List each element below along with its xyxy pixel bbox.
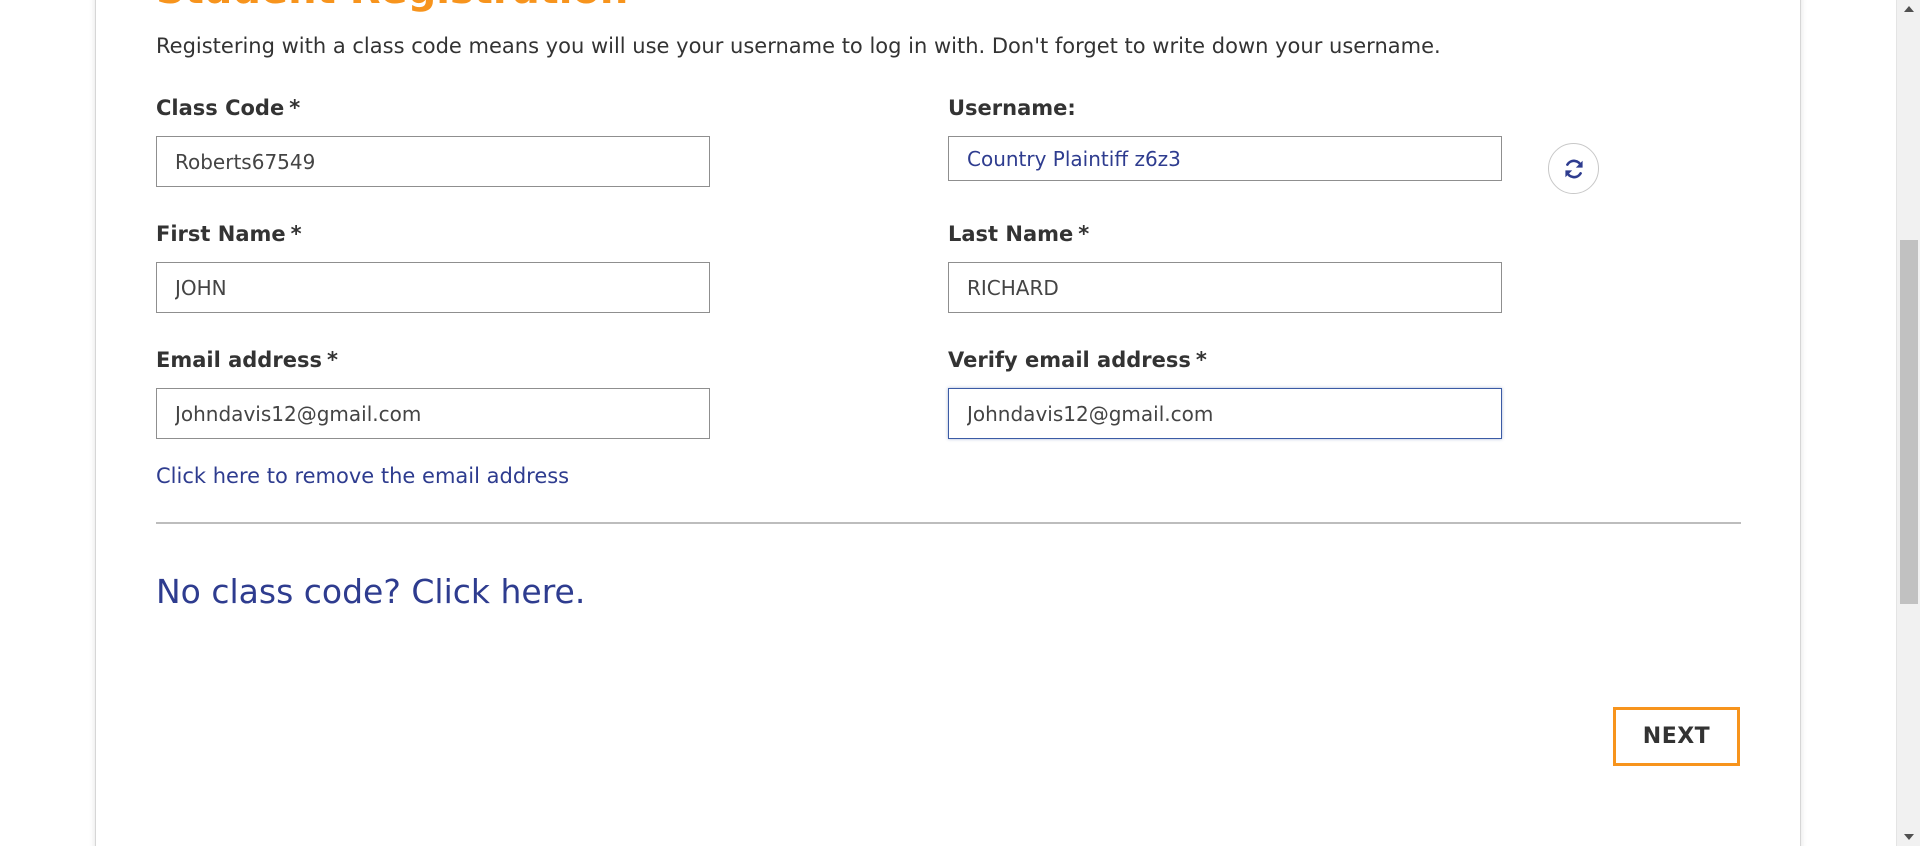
- chevron-down-icon: [1904, 834, 1914, 840]
- first-name-input[interactable]: [156, 262, 710, 313]
- scroll-down-arrow[interactable]: [1897, 828, 1920, 846]
- class-code-label: Class Code *: [156, 96, 300, 120]
- remove-email-link[interactable]: Click here to remove the email address: [156, 464, 569, 488]
- required-mark: *: [1195, 348, 1207, 372]
- required-mark: *: [1078, 222, 1090, 246]
- registration-card: Student Registration Registering with a …: [95, 0, 1801, 846]
- username-label: Username:: [948, 96, 1076, 120]
- refresh-username-button[interactable]: [1548, 143, 1599, 194]
- vertical-scrollbar[interactable]: [1896, 0, 1920, 846]
- chevron-up-icon: [1904, 6, 1914, 12]
- first-name-label-text: First Name: [156, 222, 286, 246]
- class-code-label-text: Class Code: [156, 96, 285, 120]
- page-title: Student Registration: [156, 0, 628, 14]
- verify-email-label-text: Verify email address: [948, 348, 1191, 372]
- scroll-up-arrow[interactable]: [1897, 0, 1920, 18]
- intro-text: Registering with a class code means you …: [156, 34, 1441, 58]
- email-label-text: Email address: [156, 348, 322, 372]
- refresh-icon: [1564, 159, 1583, 178]
- no-class-code-link[interactable]: No class code? Click here.: [156, 572, 585, 611]
- required-mark: *: [326, 348, 338, 372]
- required-mark: *: [289, 96, 301, 120]
- email-input[interactable]: [156, 388, 710, 439]
- last-name-label-text: Last Name: [948, 222, 1074, 246]
- email-label: Email address *: [156, 348, 338, 372]
- verify-email-label: Verify email address *: [948, 348, 1207, 372]
- last-name-input[interactable]: [948, 262, 1502, 313]
- required-mark: *: [290, 222, 302, 246]
- class-code-input[interactable]: [156, 136, 710, 187]
- scrollbar-thumb[interactable]: [1900, 240, 1918, 604]
- divider: [156, 522, 1741, 524]
- username-input[interactable]: [948, 136, 1502, 181]
- next-button[interactable]: NEXT: [1613, 707, 1740, 766]
- verify-email-input[interactable]: [948, 388, 1502, 439]
- first-name-label: First Name *: [156, 222, 302, 246]
- page: Student Registration Registering with a …: [0, 0, 1920, 846]
- last-name-label: Last Name *: [948, 222, 1089, 246]
